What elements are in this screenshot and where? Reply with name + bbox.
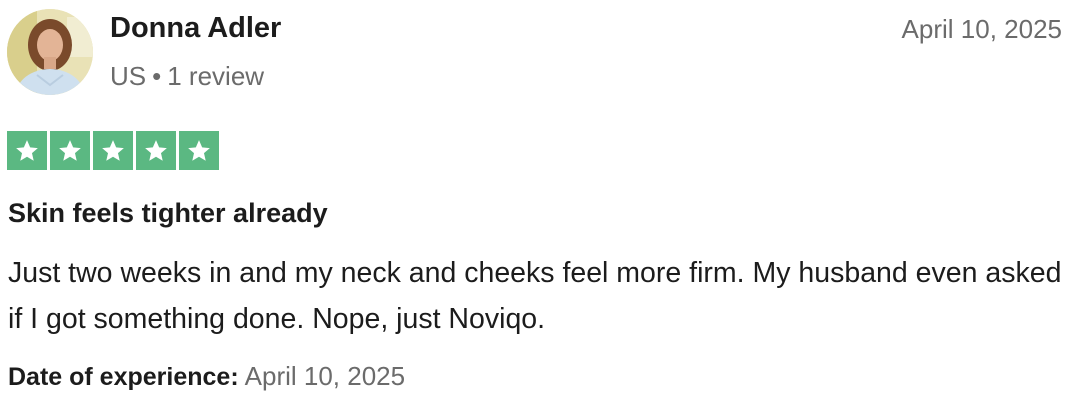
star-box	[136, 131, 176, 170]
star-box	[179, 131, 219, 170]
star-icon	[102, 139, 124, 161]
star-icon	[145, 139, 167, 161]
reviewer-country: US	[110, 61, 147, 91]
reviewer-name[interactable]: Donna Adler	[110, 9, 281, 47]
avatar[interactable]	[7, 9, 93, 95]
star-box	[50, 131, 90, 170]
review-date: April 10, 2025	[901, 14, 1062, 44]
review-card: Donna Adler US • 1 review April 10, 2025 S…	[0, 0, 1080, 413]
star-icon	[16, 139, 38, 161]
star-box	[7, 131, 47, 170]
star-box	[93, 131, 133, 170]
star-rating	[7, 131, 219, 170]
avatar-photo	[7, 9, 93, 95]
experience-date: April 10, 2025	[244, 361, 406, 391]
review-title[interactable]: Skin feels tighter already	[8, 194, 328, 232]
experience-label: Date of experience:	[8, 363, 239, 391]
reviewer-meta: US • 1 review	[110, 58, 264, 94]
review-body: Just two weeks in and my neck and cheeks…	[8, 257, 1062, 335]
star-icon	[59, 139, 81, 161]
date-of-experience: Date of experience: April 10, 2025	[8, 356, 405, 401]
reviewer-review-count[interactable]: 1 review	[167, 61, 264, 91]
meta-separator: •	[152, 61, 162, 91]
star-icon	[188, 139, 210, 161]
